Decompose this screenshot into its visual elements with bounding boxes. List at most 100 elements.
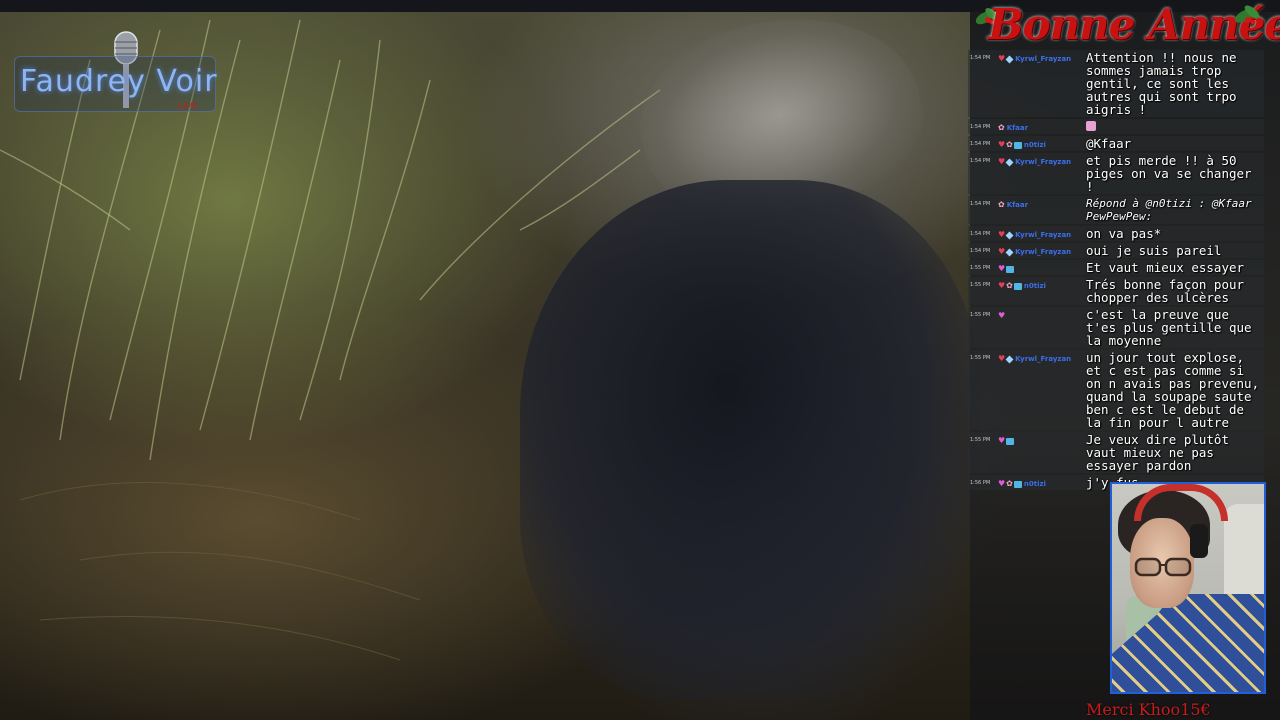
chat-message: 1:54 PM ✿ Kfaar	[968, 119, 1264, 134]
webcam-feed	[1110, 482, 1266, 694]
subscriber-badge-icon	[1013, 481, 1022, 488]
gem-badge-icon	[1005, 158, 1014, 167]
rock-shadow	[520, 180, 980, 700]
chat-message-text: @Kfaar	[1086, 136, 1132, 151]
chat-message: 1:55 PM ♥ Je veux dire plutôt vaut mieux n…	[968, 432, 1264, 473]
chat-message: 1:54 PM ♥ Kyrwl_Frayzan on va pas*	[968, 226, 1264, 241]
gem-badge-icon	[1005, 55, 1014, 64]
gem-badge-icon	[1005, 248, 1014, 257]
chat-message-text: Répond à @n0tizi : @Kfaar PewPewPew:	[1086, 197, 1252, 223]
chat-timestamp: 1:56 PM	[970, 480, 991, 486]
chat-message: 1:55 PM ♥ c'est la preuve que t'es plus ge…	[968, 307, 1264, 348]
cat-badge-icon: ✿	[1006, 281, 1013, 290]
chat-badges: ♥	[998, 264, 1015, 273]
chat-timestamp: 1:55 PM	[970, 265, 991, 271]
chat-username[interactable]: n0tizi	[1024, 480, 1046, 488]
chat-timestamp: 1:54 PM	[970, 231, 991, 237]
glasses-icon	[1134, 557, 1192, 577]
chat-username[interactable]: Kyrwl_Frayzan	[1015, 355, 1071, 363]
heart-badge-icon: ♥	[998, 479, 1006, 488]
chat-username[interactable]: n0tizi	[1024, 282, 1046, 290]
chat-timestamp: 1:55 PM	[970, 437, 991, 443]
new-year-banner: Bonne Année	[974, 0, 1280, 52]
chat-message-text: on va pas*	[1086, 226, 1162, 241]
chat-message: 1:54 PM ♥ Kyrwl_Frayzan oui je suis pareil	[968, 243, 1264, 258]
chat-username[interactable]: n0tizi	[1024, 141, 1046, 149]
cat-badge-icon: ✿	[1006, 140, 1013, 149]
chat-badges: ♥	[998, 437, 1015, 445]
chat-username[interactable]: Kfaar	[1007, 124, 1028, 132]
ticker-line-current: Merci Khoo15€	[1086, 700, 1211, 719]
chat-message-text: c'est la preuve que t'es plus gentille q…	[1086, 307, 1252, 348]
heart-badge-icon: ♥	[998, 264, 1006, 273]
chat-message-meta: 1:54 PM ♥ ✿ n0tizi	[968, 136, 1084, 151]
headset-icon	[1134, 484, 1228, 521]
heart-badge-icon: ♥	[998, 140, 1006, 149]
cat-badge-icon: ✿	[1006, 479, 1013, 488]
chat-badges: ♥ ✿	[998, 141, 1022, 149]
chat-badges: ♥	[998, 355, 1014, 364]
chat-message: 1:55 PM ♥ ✿ n0tizi Trés bonne façon pour cho…	[968, 277, 1264, 305]
chat-badges: ♥	[998, 248, 1014, 257]
chat-username[interactable]: Kyrwl_Frayzan	[1015, 158, 1071, 166]
chat-username[interactable]: Kyrwl_Frayzan	[1015, 248, 1071, 256]
chat-timestamp: 1:54 PM	[970, 158, 991, 164]
chat-message-text	[1084, 119, 1264, 134]
subscriber-badge-icon	[1006, 438, 1015, 445]
chat-message-meta: 1:54 PM ♥ Kyrwl_Frayzan	[968, 50, 1084, 117]
chat-badges: ✿	[998, 201, 1005, 209]
heart-badge-icon: ♥	[998, 281, 1006, 290]
chat-message: 1:54 PM ♥ Kyrwl_Frayzan Attention !! nous n…	[968, 50, 1264, 117]
chat-badges: ♥ ✿	[998, 480, 1022, 488]
channel-logo: Faudrey Voir LIVE	[14, 28, 218, 114]
cat-badge-icon: ✿	[998, 123, 1005, 132]
chat-message-meta: 1:54 PM ✿ Kfaar	[968, 119, 1084, 134]
logo-title: Faudrey Voir	[20, 64, 218, 99]
chat-message: 1:54 PM ♥ ✿ n0tizi @Kfaar	[968, 136, 1264, 151]
chat-timestamp: 1:55 PM	[970, 355, 991, 361]
chat-message-meta: 1:55 PM ♥ ✿ n0tizi	[968, 277, 1084, 305]
chat-username[interactable]: Kyrwl_Frayzan	[1015, 55, 1071, 63]
gem-badge-icon	[1005, 355, 1014, 364]
chat-timestamp: 1:55 PM	[970, 312, 991, 318]
chat-timestamp: 1:54 PM	[970, 124, 991, 130]
subscriber-badge-icon	[1006, 266, 1015, 273]
chat-badges: ♥	[998, 158, 1014, 167]
chat-message-text: Trés bonne façon pour chopper des ulcère…	[1086, 277, 1245, 305]
chat-message: 1:54 PM ✿ Kfaar Répond à @n0tizi : @Kfaar P…	[968, 196, 1264, 224]
chat-badges: ✿	[998, 124, 1005, 132]
stream-overlay: Faudrey Voir LIVE Bonne Année 1:54 PM ♥ Ky…	[0, 0, 1280, 720]
holly-icon	[1234, 5, 1260, 25]
chat-message-meta: 1:55 PM ♥	[968, 260, 1084, 275]
chat-timestamp: 1:54 PM	[970, 141, 991, 147]
chat-message-text: Et vaut mieux essayer	[1086, 260, 1245, 275]
chat-message-text: Je veux dire plutôt vaut mieux ne pas es…	[1086, 432, 1229, 473]
chat-timestamp: 1:54 PM	[970, 201, 991, 207]
subscriber-badge-icon	[1013, 283, 1022, 290]
chat-badges: ♥	[998, 231, 1014, 240]
chat-timestamp: 1:55 PM	[970, 282, 991, 288]
heart-badge-icon: ♥	[998, 311, 1006, 320]
chat-panel: 1:54 PM ♥ Kyrwl_Frayzan Attention !! nous n…	[968, 50, 1264, 492]
chat-message-meta: 1:55 PM ♥	[968, 432, 1084, 473]
logo-live-tag: LIVE	[178, 102, 198, 112]
chat-message-meta: 1:56 PM ♥ ✿ n0tizi	[968, 475, 1084, 490]
chat-message-text: un jour tout explose, et c est pas comme…	[1086, 350, 1260, 430]
chat-message-meta: 1:54 PM ✿ Kfaar	[968, 196, 1084, 224]
chat-message-text: Attention !! nous ne sommes jamais trop …	[1086, 50, 1237, 117]
chat-message-meta: 1:54 PM ♥ Kyrwl_Frayzan	[968, 243, 1084, 258]
chat-message-meta: 1:54 PM ♥ Kyrwl_Frayzan	[968, 153, 1084, 194]
chat-username[interactable]: Kyrwl_Frayzan	[1015, 231, 1071, 239]
chat-badges: ♥ ✿	[998, 282, 1022, 290]
chat-timestamp: 1:54 PM	[970, 55, 991, 61]
chat-message-meta: 1:54 PM ♥ Kyrwl_Frayzan	[968, 226, 1084, 241]
chat-message-text: et pis merde !! à 50 piges on va se chan…	[1086, 153, 1252, 194]
chat-message: 1:55 PM ♥ Kyrwl_Frayzan un jour tout explos…	[968, 350, 1264, 430]
chat-message-meta: 1:55 PM ♥	[968, 307, 1084, 348]
chat-message-text: oui je suis pareil	[1086, 243, 1222, 258]
gem-badge-icon	[1005, 231, 1014, 240]
donation-ticker: Merci Khoo15€	[1084, 686, 1274, 720]
emote-icon	[1086, 121, 1096, 131]
chat-username[interactable]: Kfaar	[1007, 201, 1028, 209]
chat-message: 1:54 PM ♥ Kyrwl_Frayzan et pis merde !! à 5…	[968, 153, 1264, 194]
